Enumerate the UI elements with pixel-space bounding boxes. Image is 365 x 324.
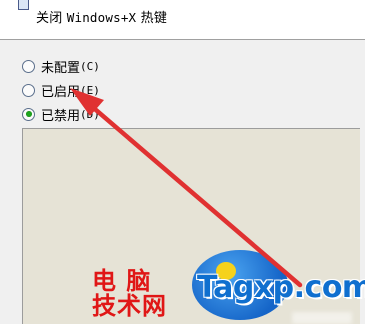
- radio-button-disabled[interactable]: [22, 107, 35, 121]
- radio-label-disabled: 已禁用: [41, 108, 81, 124]
- policy-setting-icon: [18, 0, 29, 10]
- watermark-text-line2: 技术网: [92, 292, 167, 320]
- watermark-faint-text: [292, 312, 352, 324]
- radio-button-not-configured[interactable]: [22, 59, 35, 73]
- policy-title: 关闭 Windows+X 热键: [36, 7, 167, 26]
- policy-title-suffix: 热键: [140, 11, 168, 26]
- radio-disabled[interactable]: 已禁用 (D): [22, 105, 100, 124]
- watermark-text-line1: 电 脑: [92, 267, 152, 295]
- radio-not-configured[interactable]: 未配置 (C): [22, 57, 100, 76]
- policy-title-hotkey: Windows+X: [66, 10, 137, 25]
- radio-accel-not-configured: (C): [80, 59, 100, 73]
- radio-label-not-configured: 未配置: [41, 60, 81, 76]
- radio-label-enabled: 已启用: [41, 84, 81, 100]
- radio-button-enabled[interactable]: [22, 83, 35, 97]
- radio-accel-disabled: (D): [80, 107, 100, 121]
- watermark-site: Tagxp.com: [197, 270, 365, 305]
- radio-accel-enabled: (E): [80, 83, 100, 97]
- policy-title-prefix: 关闭: [36, 11, 63, 26]
- header-divider: [0, 39, 365, 40]
- radio-enabled[interactable]: 已启用 (E): [22, 81, 100, 100]
- policy-header: 关闭 Windows+X 热键: [0, 0, 365, 40]
